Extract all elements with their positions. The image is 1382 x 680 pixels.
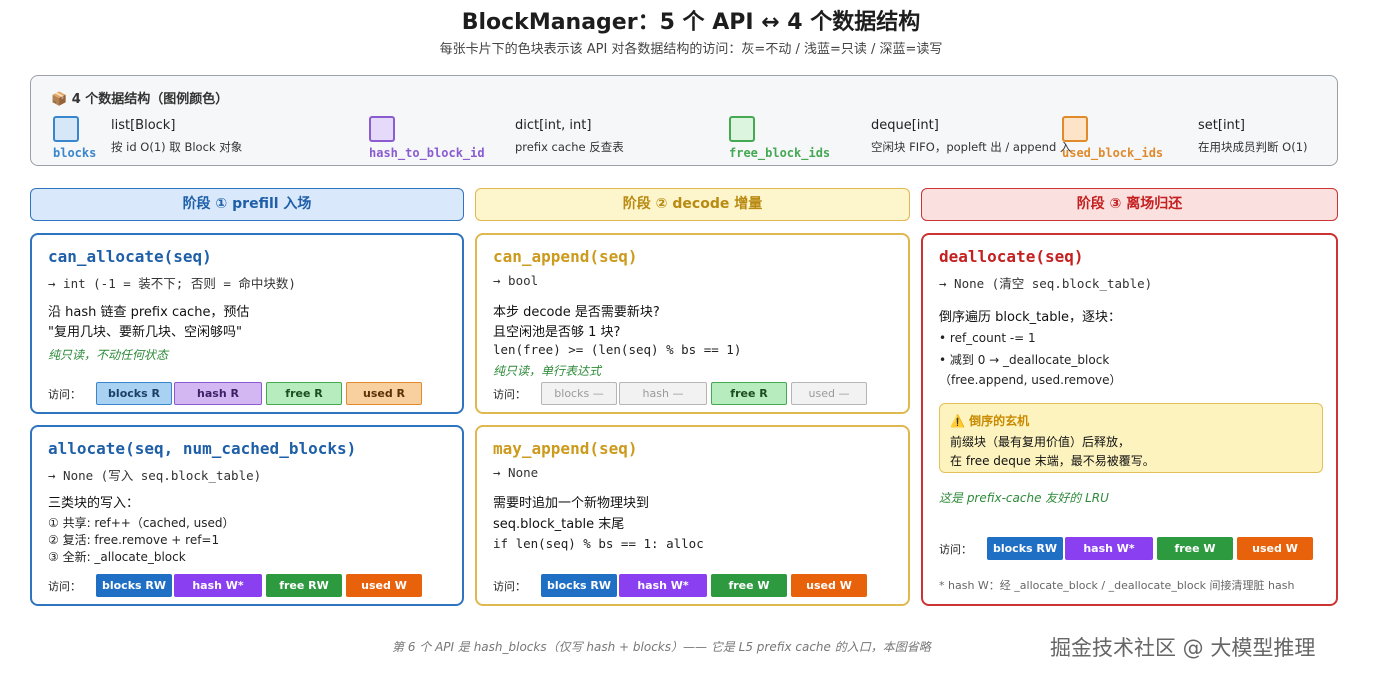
hash-to-block-id-legend-desc: prefix cache 反查表	[515, 140, 624, 154]
used-block-ids-legend-desc: 在用块成员判断 O(1)	[1198, 140, 1308, 154]
used-access-chip: used —	[791, 382, 867, 405]
may-append-desc-line1: 需要时追加一个新物理块到	[493, 496, 650, 511]
can-append-code: len(free) >= (len(seq) % bs == 1)	[493, 342, 742, 357]
free-block-ids-legend-desc: 空闲块 FIFO，popleft 出 / append 入	[871, 140, 1072, 154]
can-append-signature: can_append(seq)	[493, 247, 638, 266]
access-label: 访问：	[493, 388, 526, 401]
may-append-return: → None	[493, 465, 539, 480]
can-allocate-card: can_allocate(seq) → int (-1 = 装不下; 否则 = …	[30, 233, 464, 414]
can-append-desc-line1: 本步 decode 是否需要新块?	[493, 305, 660, 320]
may-append-code: if len(seq) % bs == 1: alloc	[493, 536, 704, 551]
access-label: 访问：	[48, 580, 81, 593]
allocate-return: → None (写入 seq.block_table)	[48, 468, 262, 483]
used-access-chip: used W	[791, 574, 867, 597]
phase-prefill-header: 阶段 ① prefill 入场	[30, 188, 464, 221]
may-append-signature: may_append(seq)	[493, 439, 638, 458]
hash-access-chip: hash W*	[1065, 537, 1153, 560]
legend-title: 📦 4 个数据结构（图例颜色）	[51, 92, 229, 107]
watermark: 掘金技术社区 @ 大模型推理	[1050, 636, 1316, 660]
blocks-access-chip: blocks RW	[541, 574, 617, 597]
used-block-ids-legend-name: used_block_ids	[1062, 146, 1164, 160]
phase-release-header: 阶段 ③ 离场归还	[921, 188, 1338, 221]
free-access-chip: free R	[266, 382, 342, 405]
blocks-access-chip: blocks R	[96, 382, 172, 405]
allocate-desc-line1: 三类块的写入：	[48, 496, 140, 511]
blocks-legend-name: blocks	[53, 146, 97, 160]
can-allocate-desc-line1: 沿 hash 链查 prefix cache，预估	[48, 305, 250, 320]
access-label: 访问：	[493, 580, 526, 593]
deallocate-signature: deallocate(seq)	[939, 247, 1084, 266]
deallocate-card: deallocate(seq) → None (清空 seq.block_tab…	[921, 233, 1338, 606]
warning-title: ⚠️ 倒序的玄机	[950, 414, 1030, 428]
deallocate-item-zero: • 减到 0 → _deallocate_block	[939, 353, 1110, 367]
blocks-swatch	[53, 116, 79, 142]
used-access-chip: used W	[346, 574, 422, 597]
blocks-access-chip: blocks RW	[96, 574, 172, 597]
page-subtitle: 每张卡片下的色块表示该 API 对各数据结构的访问：灰=不动 / 浅蓝=只读 /…	[439, 42, 943, 57]
hash-access-chip: hash W*	[619, 574, 707, 597]
deallocate-item-effects: （free.append, used.remove）	[939, 373, 1122, 387]
free-access-chip: free RW	[266, 574, 342, 597]
used-block-ids-legend-type: set[int]	[1198, 118, 1245, 133]
deallocate-desc-line1: 倒序遍历 block_table，逐块：	[939, 310, 1122, 325]
phase-decode-header: 阶段 ② decode 增量	[475, 188, 910, 221]
blocks-access-chip: blocks RW	[987, 537, 1063, 560]
deallocate-item-ref: • ref_count -= 1	[939, 331, 1036, 345]
may-append-card: may_append(seq) → None 需要时追加一个新物理块到 seq.…	[475, 425, 910, 606]
deallocate-note: 这是 prefix-cache 友好的 LRU	[939, 491, 1109, 505]
hash-write-footnote: * hash W：经 _allocate_block / _deallocate…	[939, 579, 1295, 592]
free-block-ids-legend-name: free_block_ids	[729, 146, 831, 160]
footer-note: 第 6 个 API 是 hash_blocks（仅写 hash + blocks…	[392, 640, 931, 654]
access-label: 访问：	[48, 388, 81, 401]
allocate-item-shared: ① 共享: ref++（cached, used）	[48, 516, 235, 530]
free-block-ids-swatch	[729, 116, 755, 142]
free-access-chip: free W	[1157, 537, 1233, 560]
hash-to-block-id-legend-type: dict[int, int]	[515, 118, 592, 133]
free-block-ids-legend-type: deque[int]	[871, 118, 939, 133]
can-append-return: → bool	[493, 273, 539, 288]
used-access-chip: used R	[346, 382, 422, 405]
access-label: 访问：	[939, 543, 972, 556]
hash-access-chip: hash W*	[174, 574, 262, 597]
hash-to-block-id-legend-name: hash_to_block_id	[369, 146, 485, 160]
can-allocate-return: → int (-1 = 装不下; 否则 = 命中块数)	[48, 276, 296, 291]
allocate-card: allocate(seq, num_cached_blocks) → None …	[30, 425, 464, 606]
warning-line1: 前缀块（最有复用价值）后释放，	[950, 435, 1131, 449]
warning-line2: 在 free deque 末端，最不易被覆写。	[950, 454, 1155, 468]
free-access-chip: free W	[711, 574, 787, 597]
legend-panel: 📦 4 个数据结构（图例颜色） blocks list[Block] 按 id …	[30, 75, 1338, 166]
hash-access-chip: hash R	[174, 382, 262, 405]
free-access-chip: free R	[711, 382, 787, 405]
can-append-note: 纯只读，单行表达式	[493, 364, 602, 378]
may-append-desc-line2: seq.block_table 末尾	[493, 517, 625, 532]
used-access-chip: used W	[1237, 537, 1313, 560]
blocks-legend-desc: 按 id O(1) 取 Block 对象	[111, 140, 243, 154]
can-allocate-desc-line2: "复用几块、要新几块、空闲够吗"	[48, 325, 242, 340]
hash-access-chip: hash —	[619, 382, 707, 405]
allocate-signature: allocate(seq, num_cached_blocks)	[48, 439, 357, 458]
hash-to-block-id-swatch	[369, 116, 395, 142]
can-allocate-note: 纯只读，不动任何状态	[48, 348, 169, 362]
blocks-legend-type: list[Block]	[111, 118, 176, 133]
blocks-access-chip: blocks —	[541, 382, 617, 405]
reverse-order-callout: ⚠️ 倒序的玄机 前缀块（最有复用价值）后释放， 在 free deque 末端…	[939, 403, 1323, 473]
page-title: BlockManager：5 个 API ↔ 4 个数据结构	[461, 10, 921, 35]
deallocate-return: → None (清空 seq.block_table)	[939, 276, 1153, 291]
used-block-ids-swatch	[1062, 116, 1088, 142]
can-append-card: can_append(seq) → bool 本步 decode 是否需要新块?…	[475, 233, 910, 414]
allocate-item-new: ③ 全新: _allocate_block	[48, 550, 186, 564]
allocate-item-revive: ② 复活: free.remove + ref=1	[48, 533, 220, 547]
can-append-desc-line2: 且空闲池是否够 1 块?	[493, 325, 621, 340]
can-allocate-signature: can_allocate(seq)	[48, 247, 212, 266]
